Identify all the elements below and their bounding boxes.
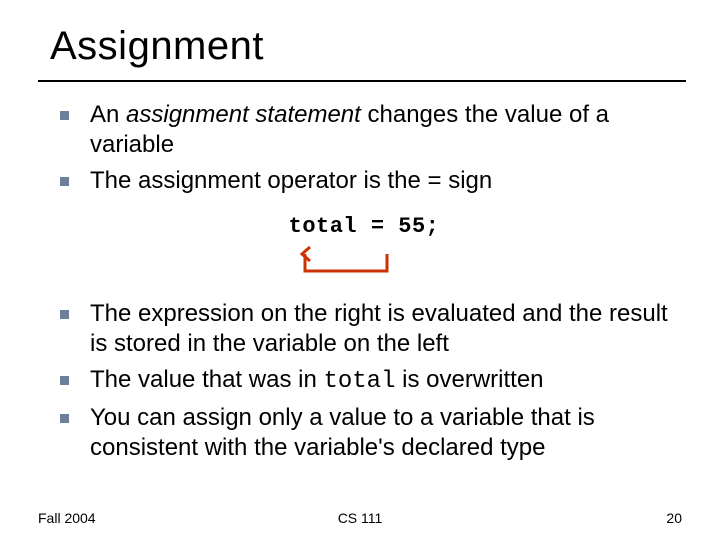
bullet-4-text-pre: The value that was in (90, 366, 323, 393)
bullet-4-code: total (323, 368, 395, 395)
bullet-4: The value that was in total is overwritt… (54, 365, 674, 397)
bullet-2: The assignment operator is the = sign (54, 166, 674, 196)
bullet-1-emphasis: assignment statement (126, 101, 361, 128)
bullet-group-2: The expression on the right is evaluated… (54, 299, 674, 397)
bullet-1: An assignment statement changes the valu… (54, 100, 674, 160)
slide-footer: Fall 2004 CS 111 20 (38, 510, 682, 526)
bullet-5: You can assign only a value to a variabl… (54, 403, 674, 463)
slide-title: Assignment (50, 24, 264, 69)
footer-center: CS 111 (38, 510, 682, 526)
slide: Assignment An assignment statement chang… (0, 0, 720, 540)
footer-page-number: 20 (666, 510, 682, 526)
bullet-4-text-post: is overwritten (395, 366, 543, 393)
assignment-arrow-diagram (289, 245, 439, 279)
arrow-icon (289, 245, 439, 279)
slide-content: An assignment statement changes the valu… (54, 100, 674, 469)
bullet-group-1: An assignment statement changes the valu… (54, 100, 674, 196)
code-example: total = 55; (54, 214, 674, 239)
footer-left: Fall 2004 (38, 510, 96, 526)
bullet-group-3: You can assign only a value to a variabl… (54, 403, 674, 463)
bullet-3: The expression on the right is evaluated… (54, 299, 674, 359)
bullet-2-text: The assignment operator is the = sign (90, 167, 492, 194)
title-rule (38, 80, 686, 82)
bullet-5-text: You can assign only a value to a variabl… (90, 404, 595, 461)
bullet-1-text-pre: An (90, 101, 126, 128)
bullet-3-text: The expression on the right is evaluated… (90, 300, 668, 357)
